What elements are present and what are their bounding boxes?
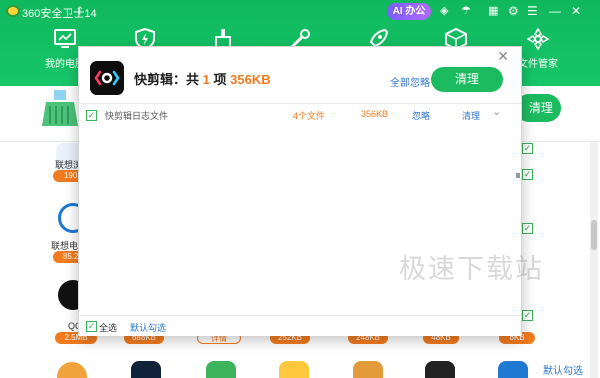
scrollbar[interactable] <box>590 142 598 378</box>
row-size: 356KB <box>361 109 389 119</box>
dialog-scrollbar[interactable] <box>515 105 521 305</box>
item-count: 1 <box>202 72 210 87</box>
app-icon <box>498 361 528 378</box>
dialog-footer: ✓ 全选 默认勾选 <box>79 315 521 336</box>
divider <box>79 103 521 104</box>
umbrella-icon[interactable]: ☂ <box>461 4 471 18</box>
select-all-label[interactable]: 全选 <box>99 321 117 334</box>
row-checkbox[interactable]: ✓ <box>86 110 97 121</box>
row-ignore-link[interactable]: 忽略 <box>412 109 430 122</box>
card-icon[interactable]: ▦ <box>488 4 498 18</box>
title-unit: 项 <box>213 72 227 87</box>
checkbox[interactable]: ✓ <box>522 223 533 234</box>
checkbox[interactable]: ✓ <box>522 169 533 180</box>
checkbox[interactable]: ✓ <box>522 310 533 321</box>
checkbox[interactable]: ✓ <box>522 143 533 154</box>
default-select-link[interactable]: 默认勾选 <box>543 362 583 377</box>
cleanup-dialog: ✕ 快剪辑：共 1 项 356KB 全部忽略 清理 ✓ 快剪辑日志文件 4个文件… <box>78 46 542 336</box>
row-file-count: 4个文件 <box>293 111 326 121</box>
settings-icon[interactable]: ⚙ <box>508 4 519 18</box>
skin-icon[interactable]: ◈ <box>440 4 448 18</box>
app-logo-icon <box>6 5 20 17</box>
upgrade-arrow-icon[interactable]: 🡑 <box>77 4 83 18</box>
dialog-close-icon[interactable]: ✕ <box>497 48 509 65</box>
dialog-title: 快剪辑：共 1 项 356KB <box>134 69 271 88</box>
scrollbar-thumb[interactable] <box>591 220 597 250</box>
ai-office-button[interactable]: AI 办公 <box>387 3 431 20</box>
menu-icon[interactable]: ☰ <box>527 4 538 18</box>
app-icon <box>425 361 455 378</box>
monitor-icon <box>54 29 76 48</box>
default-select-link[interactable]: 默认勾选 <box>130 321 166 334</box>
folder-app-icon <box>279 361 309 378</box>
kuaijianji-logo-icon <box>90 61 124 95</box>
box-app-icon <box>353 361 383 378</box>
dialog-scrollbar-marker[interactable] <box>516 173 520 178</box>
ignore-all-link[interactable]: 全部忽略 <box>390 74 430 89</box>
chevron-down-icon[interactable]: ⌄ <box>492 105 501 118</box>
flower-icon <box>526 28 550 50</box>
select-all-checkbox[interactable]: ✓ <box>86 321 97 332</box>
broom-icon <box>42 90 78 126</box>
shield-app-icon <box>206 361 236 378</box>
close-icon[interactable]: ✕ <box>571 4 581 18</box>
app-title: 360安全卫士14 <box>22 8 97 20</box>
title-bar: 360安全卫士14 🡑 AI 办公 ◈ ☂ ▦ ⚙ ☰ — ✕ <box>0 0 600 24</box>
title-prefix: 快剪辑：共 <box>134 72 200 87</box>
dialog-clean-button[interactable]: 清理 <box>431 67 503 92</box>
app-icon <box>131 361 161 378</box>
minimize-icon[interactable]: — <box>549 4 561 18</box>
watermark: 极速下载站 <box>399 254 544 284</box>
list-item[interactable]: ✓ 快剪辑日志文件 4个文件 356KB 忽略 清理 ⌄ <box>79 105 515 127</box>
row-clean-link[interactable]: 清理 <box>462 109 480 122</box>
row-name: 快剪辑日志文件 <box>105 111 169 121</box>
total-size: 356KB <box>230 72 271 87</box>
